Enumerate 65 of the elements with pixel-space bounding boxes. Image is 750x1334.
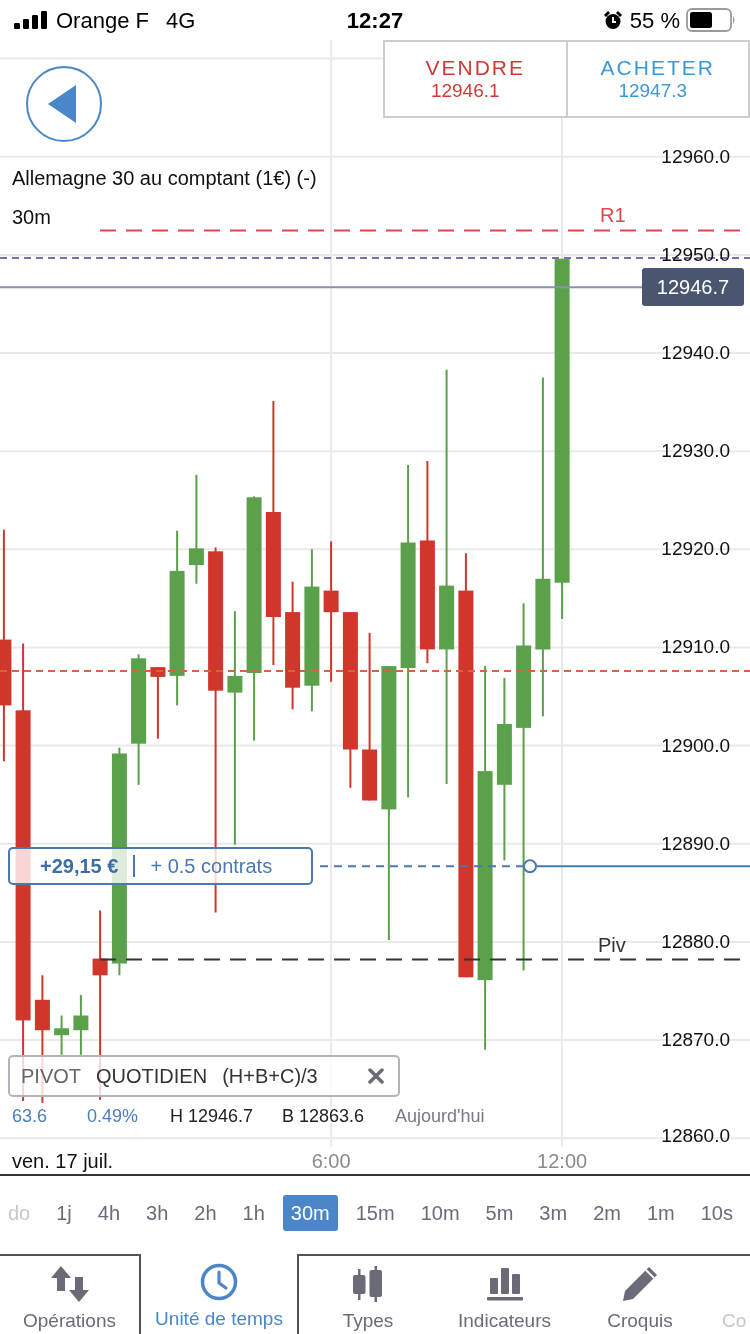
- price-axis-label: 12910.0: [661, 636, 730, 659]
- low-value: B 12863.6: [282, 1105, 366, 1127]
- battery-icon: [686, 8, 736, 32]
- price-axis-label: 12860.0: [661, 1125, 730, 1147]
- battery-percent: 55 %: [629, 6, 680, 35]
- timeframe-tab[interactable]: 1h: [234, 1195, 273, 1231]
- timeframe-tab[interactable]: 2m: [585, 1195, 629, 1231]
- nav-tab[interactable]: Opérations: [0, 1254, 139, 1334]
- price-axis-label: 12940.0: [661, 342, 730, 365]
- network-type: 4G: [165, 6, 196, 35]
- timeframe-tab[interactable]: 15m: [347, 1195, 403, 1231]
- nav-tab[interactable]: Types: [299, 1254, 437, 1334]
- timeframe-tab[interactable]: 1m: [638, 1195, 683, 1231]
- contracts-text: + 0.5 contrats: [150, 854, 273, 879]
- indicator-period: QUOTIDIEN: [96, 1064, 208, 1089]
- timeframe-tab[interactable]: 10s: [692, 1195, 741, 1231]
- nav-tab[interactable]: Indicateurs: [437, 1254, 572, 1334]
- timeframe-tab[interactable]: 3h: [138, 1195, 177, 1231]
- candlestick-icon: [352, 1266, 384, 1302]
- indicator-label[interactable]: PIVOT QUOTIDIEN (H+B+C)/3: [8, 1055, 400, 1097]
- high-value: H 12946.7: [170, 1105, 255, 1127]
- period-label: Aujourd'hui: [395, 1105, 485, 1127]
- change-percent: 0.49%: [87, 1105, 140, 1127]
- up-down-arrows-icon: [50, 1266, 89, 1302]
- pencil-icon: [622, 1266, 658, 1302]
- nav-tab[interactable]: Croquis: [572, 1254, 708, 1334]
- carrier-name: Orange F: [56, 6, 149, 35]
- timeframe-tab[interactable]: 5m: [477, 1195, 522, 1231]
- indicator-name: PIVOT: [21, 1064, 81, 1089]
- left-triangle-icon: [48, 85, 76, 123]
- change-value: 63.6: [12, 1105, 49, 1127]
- close-icon[interactable]: [368, 1068, 384, 1084]
- current-price-label: 12946.7: [642, 268, 744, 307]
- nav-tab[interactable]: Unité de temps: [139, 1254, 299, 1334]
- resistance-label: R1: [600, 204, 626, 227]
- time-axis-label: 6:00: [311, 1149, 351, 1173]
- pivot-label: Piv: [598, 933, 626, 956]
- sell-button[interactable]: VENDRE 12946.1: [385, 42, 568, 116]
- bar-chart-icon: [486, 1266, 523, 1302]
- price-axis-label: 12890.0: [661, 832, 730, 855]
- clock-icon: [200, 1263, 238, 1301]
- signal-icon: [14, 11, 48, 29]
- time-axis-label: 12:00: [537, 1149, 588, 1173]
- price-axis-label: 12950.0: [661, 243, 730, 266]
- timeframe-tab[interactable]: 10m: [412, 1195, 468, 1231]
- profit-text: +29,15 €: [40, 854, 119, 879]
- buy-button[interactable]: ACHETER 12947.3: [567, 42, 748, 116]
- indicator-formula: (H+B+C)/3: [222, 1064, 318, 1089]
- clock-time: 12:27: [346, 6, 404, 35]
- position-label[interactable]: +29,15 € + 0.5 contrats: [8, 847, 313, 885]
- timeframe-tab[interactable]: 3m: [531, 1195, 576, 1231]
- price-axis-label: 12900.0: [661, 734, 730, 757]
- price-axis-label: 12930.0: [661, 440, 730, 463]
- instrument-title: Allemagne 30 au comptant (1€) (-): [12, 166, 317, 190]
- timeframe-tab[interactable]: 1j: [48, 1195, 80, 1231]
- alarm-icon: [602, 10, 623, 30]
- price-axis-label: 12870.0: [661, 1029, 730, 1051]
- timeframe-tab[interactable]: 2h: [186, 1195, 225, 1231]
- price-axis-label: 12960.0: [661, 145, 730, 168]
- timeframe-tab[interactable]: 4h: [89, 1195, 129, 1231]
- timeframe-tab[interactable]: 30m: [282, 1195, 338, 1231]
- interval-label: 30m: [12, 205, 51, 229]
- date-label: ven. 17 juil.: [12, 1149, 114, 1173]
- price-axis-label: 12920.0: [661, 538, 730, 561]
- price-axis-label: 12880.0: [661, 930, 730, 953]
